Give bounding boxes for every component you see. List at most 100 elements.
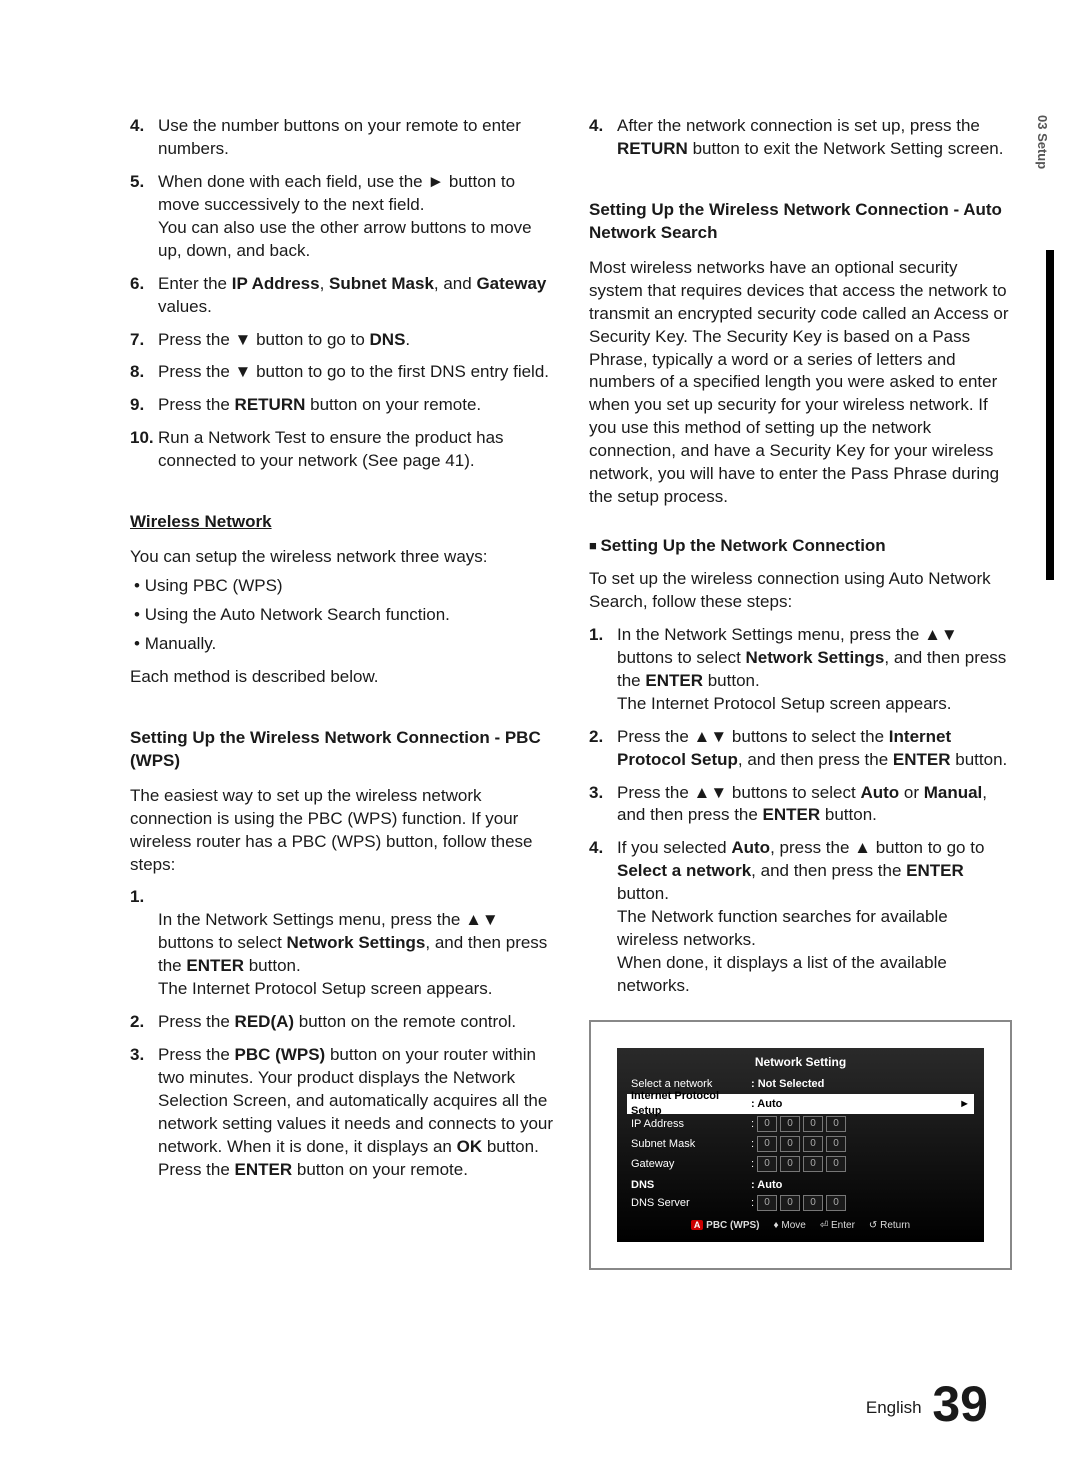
ip-octet: 0 [826, 1136, 846, 1152]
row-label: Internet Protocol Setup [631, 1089, 751, 1119]
ip-octet: 0 [780, 1156, 800, 1172]
step-5: 5. When done with each field, use the ► … [130, 171, 553, 263]
pbc-step-2: 2. Press the RED(A) button on the remote… [130, 1011, 553, 1034]
enter-icon: ⏎ [820, 1220, 828, 1231]
list-item: Using PBC (WPS) [130, 575, 553, 598]
ip-octet: 0 [780, 1116, 800, 1132]
row-value: : Not Selected [751, 1077, 970, 1092]
step-7: 7. Press the ▼ button to go to DNS. [130, 329, 553, 352]
row-label: DNS Server [631, 1196, 751, 1211]
step-number: 6. [130, 273, 158, 319]
screen-title: Network Setting [627, 1054, 974, 1070]
right-column: 4. After the network connection is set u… [589, 115, 1012, 1270]
auto-step-4: 4. If you selected Auto, press the ▲ but… [589, 837, 1012, 998]
step-4: 4. Use the number buttons on your remote… [130, 115, 553, 161]
auto-step-3: 3. Press the ▲▼ buttons to select Auto o… [589, 782, 1012, 828]
step-text: When done with each field, use the ► but… [158, 171, 553, 263]
step-number: 2. [130, 1011, 158, 1034]
wireless-intro: You can setup the wireless network three… [130, 546, 553, 569]
step-number: 10. [130, 427, 158, 473]
internet-protocol-setup-row: Internet Protocol Setup : Auto ► [627, 1094, 974, 1114]
left-column: 4. Use the number buttons on your remote… [130, 115, 553, 1270]
auto-sub-intro: To set up the wireless connection using … [589, 568, 1012, 614]
step-text: Enter the IP Address, Subnet Mask, and G… [158, 273, 553, 319]
footer-language: English [866, 1398, 922, 1417]
step-number: 4. [130, 115, 158, 161]
network-setting-screen: Network Setting Select a network : Not S… [617, 1048, 984, 1243]
row-label: Subnet Mask [631, 1137, 751, 1152]
right-arrow-icon: ► [427, 172, 444, 191]
row-value: : Auto ► [751, 1097, 970, 1112]
pbc-step-3: 3. Press the PBC (WPS) button on your ro… [130, 1044, 553, 1182]
pbc-steps: 1. In the Network Settings menu, press t… [130, 886, 553, 1181]
pbc-wps-heading: Setting Up the Wireless Network Connecti… [130, 727, 553, 773]
page-footer: English 39 [866, 1375, 988, 1433]
ip-octet: 0 [826, 1195, 846, 1211]
pbc-step-1: 1. In the Network Settings menu, press t… [130, 886, 553, 1001]
step-number: 7. [130, 329, 158, 352]
step-text: Press the RETURN button on your remote. [158, 394, 553, 417]
row-label: IP Address [631, 1117, 751, 1132]
ip-octet: 0 [826, 1156, 846, 1172]
network-setting-figure: Network Setting Select a network : Not S… [589, 1020, 1012, 1271]
row-label: Gateway [631, 1157, 751, 1172]
wireless-methods-list: Using PBC (WPS) Using the Auto Network S… [130, 575, 553, 656]
screen-footer-hints: A PBC (WPS) ♦ Move ⏎ Enter ↺ Return [627, 1219, 974, 1233]
right-top-list: 4. After the network connection is set u… [589, 115, 1012, 161]
step-text: Press the ▼ button to go to the first DN… [158, 361, 553, 384]
hint-move: ♦ Move [774, 1219, 806, 1233]
gateway-row: Gateway : 0 0 0 0 [627, 1154, 974, 1174]
chapter-tab: 03 Setup [1034, 115, 1050, 205]
step-number: 9. [130, 394, 158, 417]
ip-octet: 0 [826, 1116, 846, 1132]
list-item: Using the Auto Network Search function. [130, 604, 553, 627]
return-icon: ↺ [869, 1220, 877, 1231]
step-number: 1. [589, 624, 617, 716]
ip-address-row: IP Address : 0 0 0 0 [627, 1114, 974, 1134]
step-text: Press the ▲▼ buttons to select the Inter… [617, 726, 1012, 772]
step-text: Press the ▼ button to go to DNS. [158, 329, 553, 352]
ip-octet: 0 [803, 1156, 823, 1172]
step-number: 1. [130, 886, 158, 1001]
two-column-layout: 4. Use the number buttons on your remote… [130, 115, 1012, 1270]
page: 03 Setup 4. Use the number buttons on yo… [0, 0, 1080, 1479]
hint-enter: ⏎ Enter [820, 1219, 855, 1233]
row-value: : Auto [751, 1178, 782, 1193]
ip-octet: 0 [780, 1195, 800, 1211]
step-number: 8. [130, 361, 158, 384]
wireless-outro: Each method is described below. [130, 666, 553, 689]
step-text: In the Network Settings menu, press the … [158, 886, 553, 1001]
step-number: 4. [589, 115, 617, 161]
thumb-index-bar [1046, 250, 1054, 580]
hint-return: ↺ Return [869, 1219, 910, 1233]
step-10: 10. Run a Network Test to ensure the pro… [130, 427, 553, 473]
auto-network-heading: Setting Up the Wireless Network Connecti… [589, 199, 1012, 245]
step-text: If you selected Auto, press the ▲ button… [617, 837, 1012, 998]
setting-up-connection-subheading: Setting Up the Network Connection [589, 535, 1012, 558]
step-text: In the Network Settings menu, press the … [617, 624, 1012, 716]
step-9: 9. Press the RETURN button on your remot… [130, 394, 553, 417]
dns-row: DNS : Auto [627, 1178, 974, 1193]
pbc-intro: The easiest way to set up the wireless n… [130, 785, 553, 877]
step-number: 5. [130, 171, 158, 263]
step-text: Press the PBC (WPS) button on your route… [158, 1044, 553, 1182]
wireless-network-heading: Wireless Network [130, 511, 553, 534]
red-a-icon: A [691, 1220, 704, 1230]
ip-octet: 0 [803, 1136, 823, 1152]
auto-step-1: 1. In the Network Settings menu, press t… [589, 624, 1012, 716]
ip-octet: 0 [757, 1136, 777, 1152]
row-label: DNS [631, 1178, 751, 1193]
step-8: 8. Press the ▼ button to go to the first… [130, 361, 553, 384]
dns-server-row: DNS Server : 0 0 0 0 [627, 1193, 974, 1213]
step-text: Press the ▲▼ buttons to select Auto or M… [617, 782, 1012, 828]
ip-octet: 0 [803, 1116, 823, 1132]
step-text: Press the RED(A) button on the remote co… [158, 1011, 553, 1034]
subnet-mask-row: Subnet Mask : 0 0 0 0 [627, 1134, 974, 1154]
step-text: Use the number buttons on your remote to… [158, 115, 553, 161]
hint-pbc: A PBC (WPS) [691, 1219, 760, 1233]
auto-steps: 1. In the Network Settings menu, press t… [589, 624, 1012, 998]
step-number: 3. [130, 1044, 158, 1182]
list-item: Manually. [130, 633, 553, 656]
ip-octet: 0 [757, 1116, 777, 1132]
ip-octet: 0 [780, 1136, 800, 1152]
